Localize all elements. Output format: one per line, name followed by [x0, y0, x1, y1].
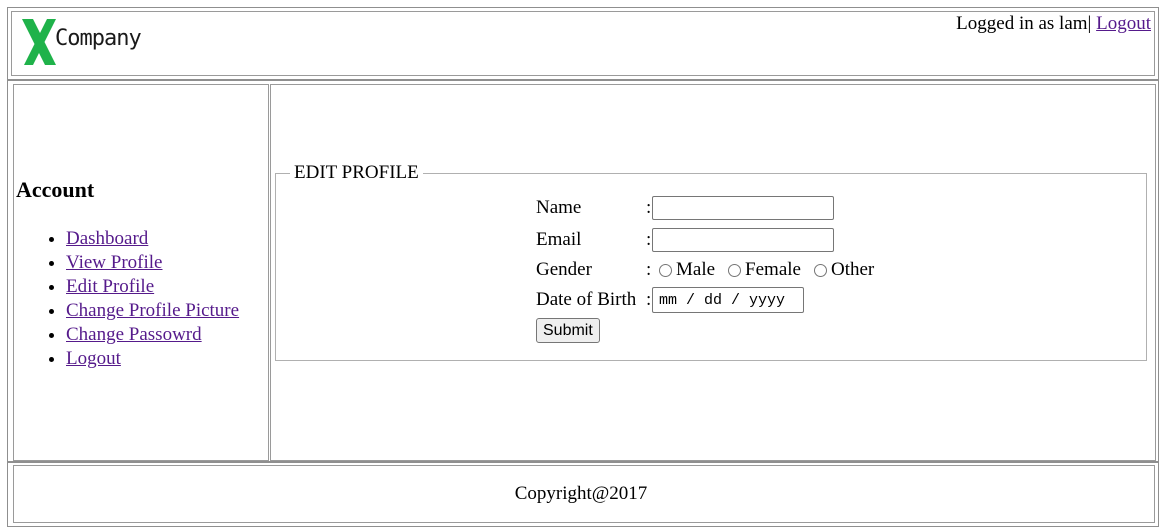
change-password-link[interactable]: Change Passowrd [66, 324, 202, 345]
gender-radio-group: Male Female Other [652, 259, 880, 281]
company-logo: Company [20, 17, 142, 67]
copyright-text: Copyright@2017 [514, 483, 648, 504]
sidebar-item-dashboard: Dashboard [66, 227, 239, 251]
gender-other-label: Other [830, 259, 875, 280]
edit-profile-link[interactable]: Edit Profile [66, 276, 154, 297]
dashboard-link[interactable]: Dashboard [66, 228, 148, 249]
submit-button[interactable]: Submit [536, 318, 600, 343]
gender-label: Gender [536, 259, 592, 280]
change-profile-picture-link[interactable]: Change Profile Picture [66, 300, 239, 321]
gender-male-radio[interactable] [659, 263, 672, 277]
email-row: Email : [536, 226, 834, 254]
sidebar-item-change-password: Change Passowrd [66, 323, 239, 347]
x-logo-icon [22, 19, 56, 65]
gender-female-radio[interactable] [728, 263, 742, 277]
dob-row: Date of Birth : mm / dd / yyyy [536, 286, 804, 314]
email-input[interactable] [652, 228, 834, 252]
gender-male-label: Male [676, 259, 716, 280]
gender-row: Gender : Male Female Other [536, 256, 880, 284]
name-row: Name : [536, 194, 834, 222]
login-info: Logged in as lam| Logout [956, 13, 1151, 35]
sidebar-item-logout: Logout [66, 347, 239, 371]
sidebar-menu: Dashboard View Profile Edit Profile Chan… [22, 227, 239, 371]
name-label: Name [536, 197, 582, 218]
gender-female-label: Female [745, 259, 801, 280]
gender-other-radio[interactable] [813, 263, 827, 277]
view-profile-link[interactable]: View Profile [66, 252, 162, 273]
email-label: Email [536, 229, 582, 250]
logo-text: Company [55, 26, 142, 51]
dob-date-input[interactable]: mm / dd / yyyy [652, 287, 804, 313]
dob-placeholder: mm / dd / yyyy [659, 291, 786, 309]
logged-in-text: Logged in as lam| [956, 13, 1092, 34]
fieldset-legend: EDIT PROFILE [294, 162, 419, 183]
dob-label: Date of Birth [536, 289, 637, 310]
sidebar-heading: Account [16, 177, 95, 202]
sidebar-logout-link[interactable]: Logout [66, 348, 121, 369]
header-logout-link[interactable]: Logout [1096, 13, 1151, 34]
name-input[interactable] [652, 196, 834, 220]
sidebar-item-edit-profile: Edit Profile [66, 275, 239, 299]
sidebar-item-view-profile: View Profile [66, 251, 239, 275]
sidebar-item-change-picture: Change Profile Picture [66, 299, 239, 323]
